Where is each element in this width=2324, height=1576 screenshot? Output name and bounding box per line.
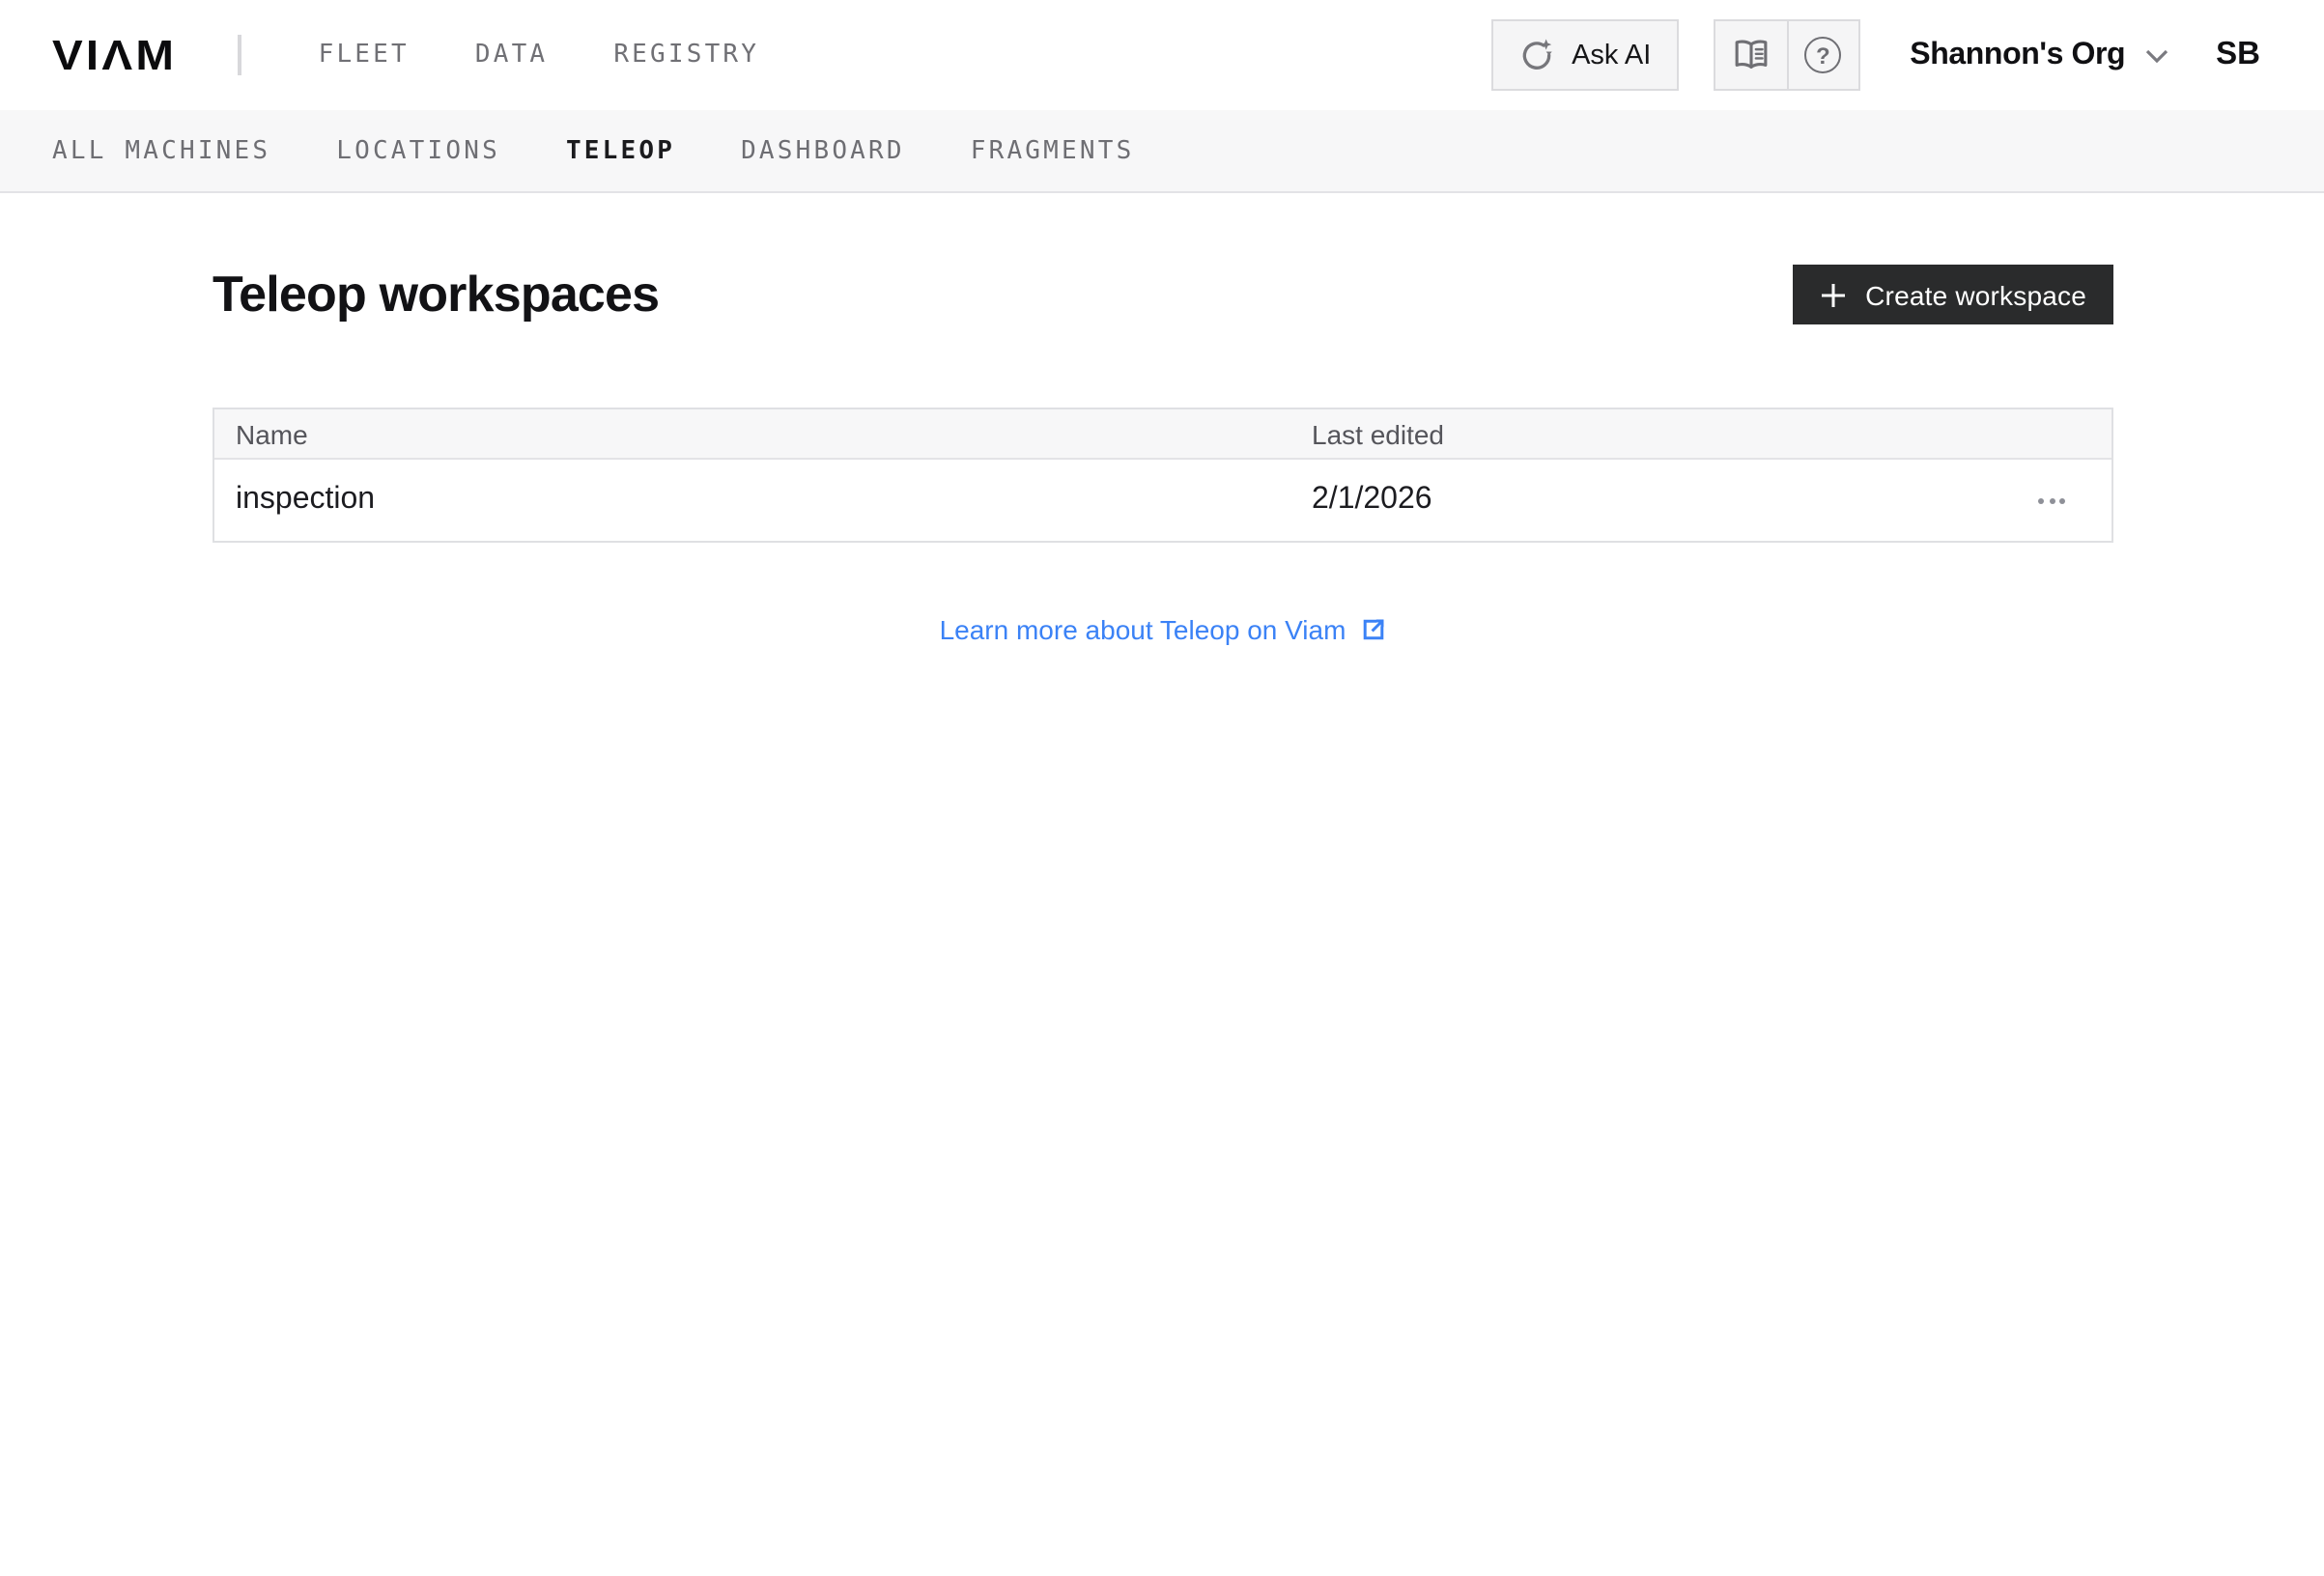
create-workspace-button[interactable]: Create workspace	[1792, 265, 2113, 324]
workspace-name-cell: inspection	[236, 483, 376, 516]
ellipsis-icon	[2038, 497, 2065, 503]
header-divider	[237, 35, 241, 75]
workspaces-table: Name Last edited inspection 2/1/2026	[213, 408, 2113, 543]
fleet-subnav: ALL MACHINES LOCATIONS TELEOP DASHBOARD …	[0, 110, 2324, 193]
org-switcher[interactable]: Shannon's Org	[1910, 38, 2169, 72]
workspace-last-edited-cell: 2/1/2026	[1312, 483, 1432, 516]
column-header-last-edited: Last edited	[1312, 418, 1444, 449]
ask-ai-label: Ask AI	[1572, 40, 1652, 70]
page-title: Teleop workspaces	[213, 265, 660, 323]
learn-more-row: Learn more about Teleop on Viam	[213, 614, 2113, 645]
table-row-inspection[interactable]: inspection 2/1/2026	[214, 460, 2111, 541]
table-header-row: Name Last edited	[214, 409, 2111, 460]
plus-icon	[1819, 281, 1846, 308]
learn-more-link[interactable]: Learn more about Teleop on Viam	[940, 614, 1387, 645]
chevron-down-icon	[2144, 47, 2169, 63]
nav-item-fleet[interactable]: FLEET	[319, 41, 410, 70]
viam-logo[interactable]: VIΛM	[52, 33, 177, 76]
page-header: Teleop workspaces Create workspace	[213, 265, 2113, 324]
question-circle-icon: ?	[1804, 37, 1842, 73]
tab-dashboard[interactable]: DASHBOARD	[741, 136, 905, 165]
tab-all-machines[interactable]: ALL MACHINES	[52, 136, 270, 165]
header-right: Ask AI ? Shannon's Org SB	[1490, 19, 2260, 91]
create-workspace-label: Create workspace	[1865, 279, 2086, 310]
ask-ai-sparkle-icon	[1517, 37, 1554, 73]
ask-ai-button[interactable]: Ask AI	[1490, 19, 1679, 91]
nav-item-data[interactable]: DATA	[475, 41, 548, 70]
tab-teleop[interactable]: TELEOP	[566, 136, 675, 165]
row-menu-button[interactable]	[2030, 490, 2073, 511]
column-header-name: Name	[236, 418, 308, 449]
external-link-icon	[1359, 616, 1386, 643]
top-header: VIΛM FLEET DATA REGISTRY Ask AI ? Shanno…	[0, 0, 2324, 110]
tab-fragments[interactable]: FRAGMENTS	[971, 136, 1135, 165]
org-name: Shannon's Org	[1910, 38, 2126, 70]
tab-locations[interactable]: LOCATIONS	[336, 136, 500, 165]
documentation-button[interactable]	[1715, 21, 1786, 89]
primary-nav: FLEET DATA REGISTRY	[319, 41, 760, 70]
help-button[interactable]: ?	[1786, 21, 1857, 89]
learn-more-label: Learn more about Teleop on Viam	[939, 614, 1346, 645]
main-content: Teleop workspaces Create workspace Name …	[0, 193, 2324, 645]
user-avatar[interactable]: SB	[2216, 37, 2260, 73]
open-book-icon	[1730, 37, 1771, 73]
utility-button-group: ?	[1713, 19, 1860, 91]
viam-app: VIΛM FLEET DATA REGISTRY Ask AI ? Shanno…	[0, 0, 2324, 1576]
nav-item-registry[interactable]: REGISTRY	[613, 41, 759, 70]
